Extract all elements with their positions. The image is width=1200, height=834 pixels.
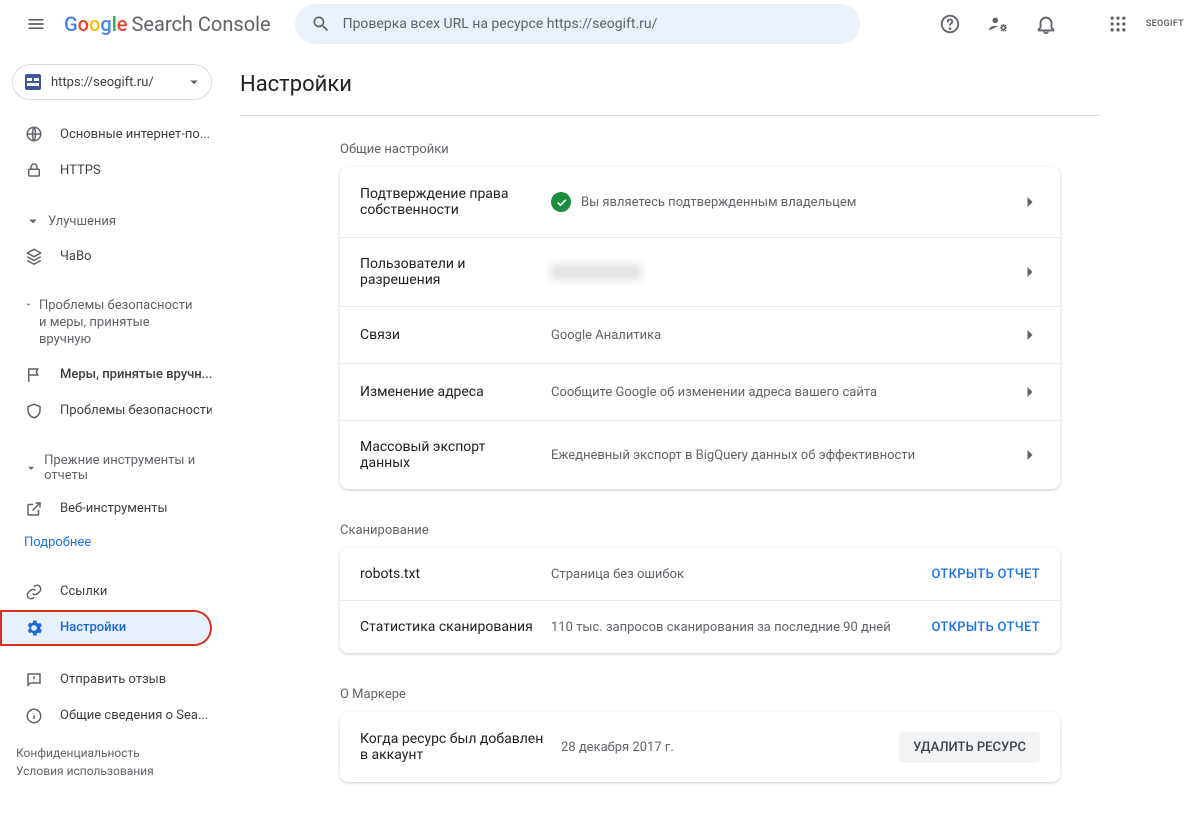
main-content: Настройки Общие настройки Подтверждение … (224, 48, 1200, 834)
sidebar-group-security[interactable]: Проблемы безопасности и меры, принятые в… (0, 290, 224, 357)
row-value: Страница без ошибок (551, 567, 684, 582)
brand-tag: SEOGIFT (1146, 19, 1184, 29)
row-change-address[interactable]: Изменение адреса Сообщите Google об изме… (340, 363, 1060, 420)
sidebar: https://seogift.ru/ Основные интернет-по… (0, 48, 224, 834)
person-gear-icon (987, 13, 1009, 35)
property-favicon (25, 74, 41, 90)
product-logo[interactable]: Google Search Console (64, 12, 271, 36)
row-crawl-stats: Статистика сканирования 110 тыс. запросо… (340, 600, 1060, 653)
sidebar-item-security-issues[interactable]: Проблемы безопасности (0, 393, 212, 429)
crawling-card: robots.txt Страница без ошибок ОТКРЫТЬ О… (340, 548, 1060, 653)
section-general-title: Общие настройки (340, 136, 1060, 167)
delete-property-button[interactable]: УДАЛИТЬ РЕСУРС (899, 732, 1040, 763)
privacy-link[interactable]: Конфиденциальность (16, 746, 140, 760)
about-card: Когда ресурс был добавлен в аккаунт 28 д… (340, 712, 1060, 782)
verified-check-icon (551, 192, 571, 212)
chevron-right-icon (1020, 382, 1040, 402)
sidebar-group-legacy[interactable]: Прежние инструменты и отчеты (0, 445, 224, 491)
url-inspect-search[interactable]: Проверка всех URL на ресурсе https://seo… (295, 4, 860, 44)
link-icon (24, 582, 44, 602)
shield-icon (24, 401, 44, 421)
chevron-down-icon (24, 212, 42, 230)
lock-icon (24, 160, 44, 180)
globe-icon (24, 124, 44, 144)
chevron-right-icon (1020, 262, 1040, 282)
header-actions: SEOGIFT (930, 4, 1184, 44)
row-value: Ежедневный экспорт в BigQuery данных об … (551, 448, 915, 463)
row-ownership[interactable]: Подтверждение права собственности Вы явл… (340, 167, 1060, 237)
app-header: Google Search Console Проверка всех URL … (0, 0, 1200, 48)
sidebar-item-settings[interactable]: Настройки (0, 610, 212, 646)
sidebar-more-link[interactable]: Подробнее (0, 527, 224, 558)
open-report-link[interactable]: ОТКРЫТЬ ОТЧЕТ (931, 567, 1040, 582)
row-users-permissions[interactable]: Пользователи и разрешения (340, 237, 1060, 306)
row-value: Сообщите Google об изменении адреса ваше… (551, 385, 877, 400)
row-value: 28 декабря 2017 г. (561, 740, 674, 755)
sidebar-item-manual-actions[interactable]: Меры, принятые вручн... (0, 357, 212, 393)
info-icon (24, 706, 44, 726)
help-icon (939, 13, 961, 35)
property-url: https://seogift.ru/ (51, 75, 175, 90)
dropdown-arrow-icon (185, 73, 203, 91)
row-robots: robots.txt Страница без ошибок ОТКРЫТЬ О… (340, 548, 1060, 600)
row-label: Когда ресурс был добавлен в аккаунт (360, 731, 545, 763)
sidebar-group-enhancements[interactable]: Улучшения (0, 204, 224, 238)
legal-footer: Конфиденциальность Условия использования (0, 734, 224, 790)
search-icon (311, 14, 331, 34)
sidebar-item-feedback[interactable]: Отправить отзыв (0, 662, 212, 698)
hamburger-menu-button[interactable] (16, 4, 56, 44)
sidebar-item-core-web[interactable]: Основные интернет-по... (0, 116, 212, 152)
row-associations[interactable]: Связи Google Аналитика (340, 306, 1060, 363)
row-value: Вы являетесь подтвержденным владельцем (581, 195, 856, 210)
section-crawling-title: Сканирование (340, 517, 1060, 548)
row-label: robots.txt (360, 566, 535, 582)
row-value: Google Аналитика (551, 328, 661, 343)
hamburger-icon (26, 14, 46, 34)
blurred-value (551, 264, 641, 280)
sidebar-item-about[interactable]: Общие сведения о Sea... (0, 698, 212, 734)
apps-button[interactable] (1098, 4, 1138, 44)
apps-grid-icon (1108, 14, 1128, 34)
chevron-right-icon (1020, 192, 1040, 212)
row-added-date: Когда ресурс был добавлен в аккаунт 28 д… (340, 712, 1060, 782)
divider (240, 115, 1100, 116)
open-external-icon (24, 499, 44, 519)
chevron-down-icon (24, 461, 38, 475)
sidebar-item-links[interactable]: Ссылки (0, 574, 212, 610)
chevron-right-icon (1020, 445, 1040, 465)
page-title: Настройки (240, 64, 1100, 115)
property-selector[interactable]: https://seogift.ru/ (12, 64, 212, 100)
product-name: Search Console (132, 12, 271, 36)
row-label: Связи (360, 327, 535, 343)
layers-icon (24, 246, 44, 266)
row-value: 110 тыс. запросов сканирования за послед… (551, 620, 891, 635)
search-placeholder: Проверка всех URL на ресурсе https://seo… (343, 16, 658, 32)
general-settings-card: Подтверждение права собственности Вы явл… (340, 167, 1060, 489)
bell-icon (1035, 13, 1057, 35)
sidebar-item-web-tools[interactable]: Веб-инструменты (0, 491, 212, 527)
terms-link[interactable]: Условия использования (16, 764, 154, 778)
row-bulk-export[interactable]: Массовый экспорт данных Ежедневный экспо… (340, 420, 1060, 489)
account-settings-button[interactable] (978, 4, 1018, 44)
row-label: Пользователи и разрешения (360, 256, 535, 288)
notifications-button[interactable] (1026, 4, 1066, 44)
open-report-link[interactable]: ОТКРЫТЬ ОТЧЕТ (931, 620, 1040, 635)
chevron-right-icon (1020, 325, 1040, 345)
section-about-title: О Маркере (340, 681, 1060, 712)
sidebar-item-https[interactable]: HTTPS (0, 152, 212, 188)
row-label: Изменение адреса (360, 384, 535, 400)
gear-icon (24, 618, 44, 638)
feedback-icon (24, 670, 44, 690)
row-label: Статистика сканирования (360, 619, 535, 635)
chevron-down-icon (24, 300, 33, 309)
row-label: Массовый экспорт данных (360, 439, 535, 471)
sidebar-item-faq[interactable]: ЧаВо (0, 238, 212, 274)
google-logo: Google (64, 12, 128, 36)
row-label: Подтверждение права собственности (360, 186, 535, 218)
flag-icon (24, 365, 44, 385)
help-button[interactable] (930, 4, 970, 44)
